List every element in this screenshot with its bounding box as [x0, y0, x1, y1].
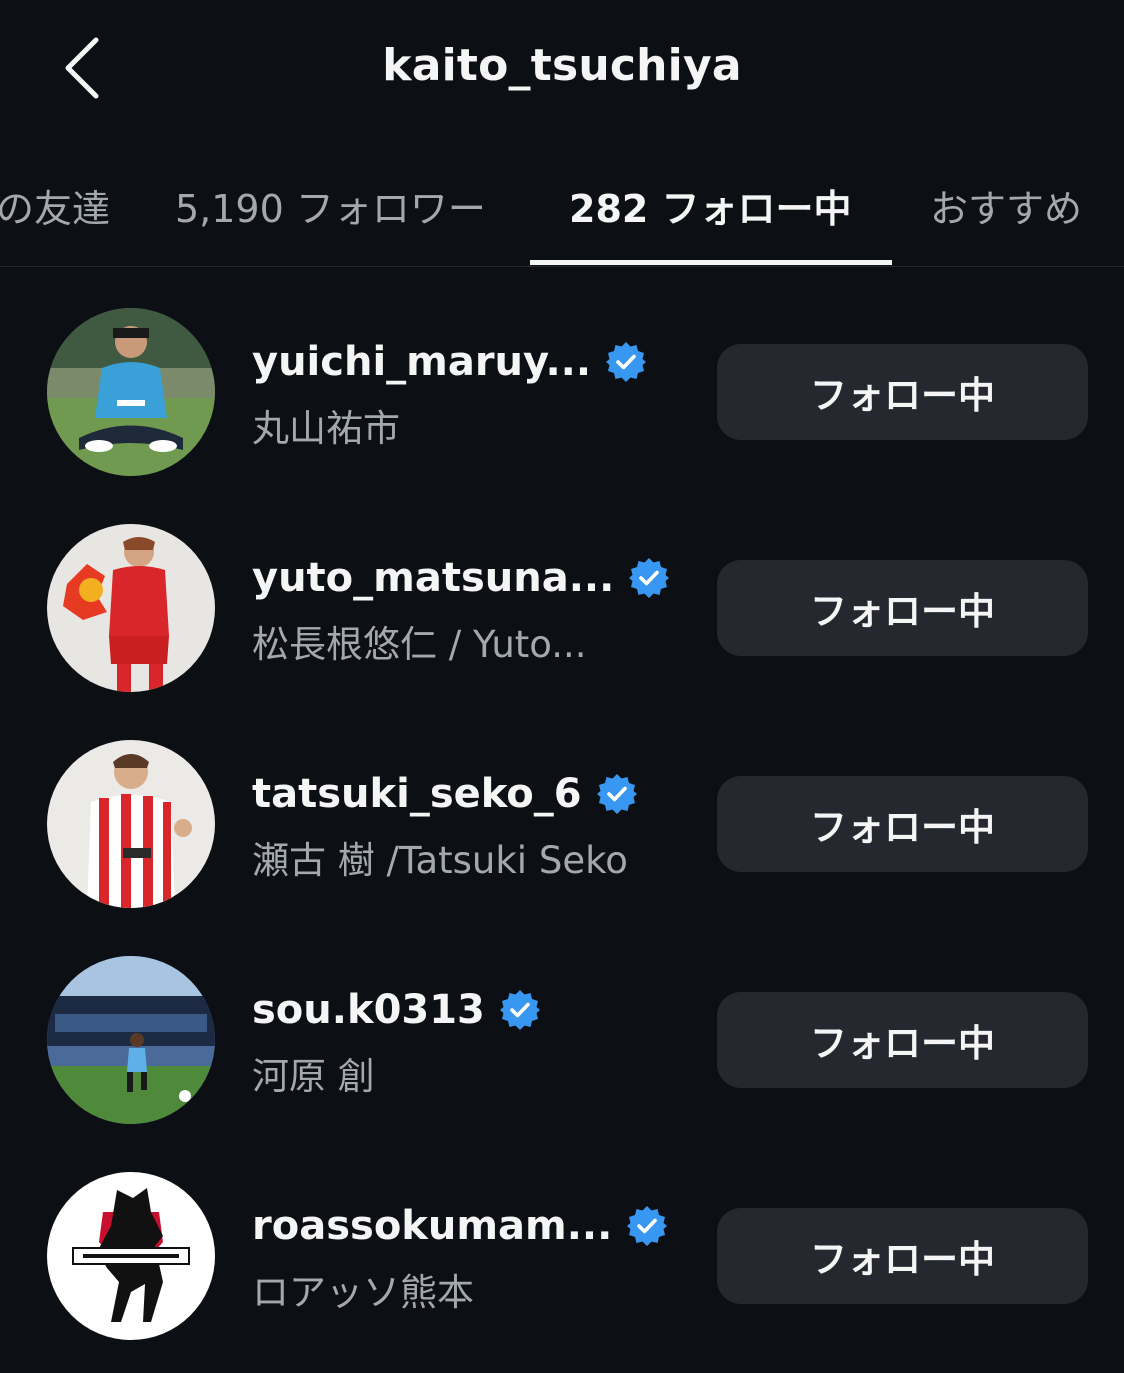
avatar[interactable] — [47, 740, 215, 908]
following-screen: kaito_tsuchiya の友達 5,190 フォロワー 282 フォロー中… — [0, 0, 1124, 1373]
list-item[interactable]: roassokumam... ロアッソ熊本 フォロー中 — [0, 1172, 1124, 1373]
username-line[interactable]: yuto_matsuna... — [252, 552, 670, 604]
full-name: 河原 創 — [252, 1055, 375, 1098]
verified-badge-icon — [626, 1205, 668, 1247]
full-name: 松長根悠仁 / Yuto... — [252, 623, 587, 666]
tab-suggested[interactable]: おすすめ — [930, 178, 1082, 233]
avatar[interactable] — [47, 956, 215, 1124]
following-button[interactable]: フォロー中 — [717, 560, 1088, 656]
full-name: 瀬古 樹 /Tatsuki Seko — [252, 839, 628, 882]
list-item[interactable]: sou.k0313 河原 創 フォロー中 — [0, 956, 1124, 1172]
verified-badge-icon — [628, 557, 670, 599]
page-title: kaito_tsuchiya — [382, 40, 742, 91]
full-name: 丸山祐市 — [252, 407, 400, 450]
username[interactable]: yuichi_maruy... — [252, 339, 591, 385]
full-name: ロアッソ熊本 — [252, 1271, 474, 1314]
list-item[interactable]: tatsuki_seko_6 瀬古 樹 /Tatsuki Seko フォロー中 — [0, 740, 1124, 956]
verified-badge-icon — [596, 773, 638, 815]
verified-badge-icon — [499, 989, 541, 1031]
tab-followers[interactable]: 5,190 フォロワー — [175, 178, 486, 233]
avatar[interactable] — [47, 524, 215, 692]
verified-badge-icon — [605, 341, 647, 383]
username-line[interactable]: roassokumam... — [252, 1200, 668, 1252]
username[interactable]: sou.k0313 — [252, 987, 485, 1033]
username-line[interactable]: yuichi_maruy... — [252, 336, 647, 388]
avatar[interactable] — [47, 308, 215, 476]
tab-bar: の友達 5,190 フォロワー 282 フォロー中 おすすめ — [0, 148, 1124, 267]
username-line[interactable]: sou.k0313 — [252, 984, 541, 1036]
header: kaito_tsuchiya — [0, 0, 1124, 140]
username-line[interactable]: tatsuki_seko_6 — [252, 768, 638, 820]
following-button[interactable]: フォロー中 — [717, 992, 1088, 1088]
active-tab-indicator — [530, 260, 892, 265]
following-button[interactable]: フォロー中 — [717, 344, 1088, 440]
following-button[interactable]: フォロー中 — [717, 776, 1088, 872]
username[interactable]: yuto_matsuna... — [252, 555, 614, 601]
following-button[interactable]: フォロー中 — [717, 1208, 1088, 1304]
list-item[interactable]: yuto_matsuna... 松長根悠仁 / Yuto... フォロー中 — [0, 524, 1124, 740]
list-item[interactable]: yuichi_maruy... 丸山祐市 フォロー中 — [0, 308, 1124, 524]
tab-following[interactable]: 282 フォロー中 — [569, 178, 852, 233]
avatar[interactable] — [47, 1172, 215, 1340]
username[interactable]: tatsuki_seko_6 — [252, 771, 582, 817]
username[interactable]: roassokumam... — [252, 1203, 612, 1249]
tab-friends[interactable]: の友達 — [0, 178, 110, 233]
